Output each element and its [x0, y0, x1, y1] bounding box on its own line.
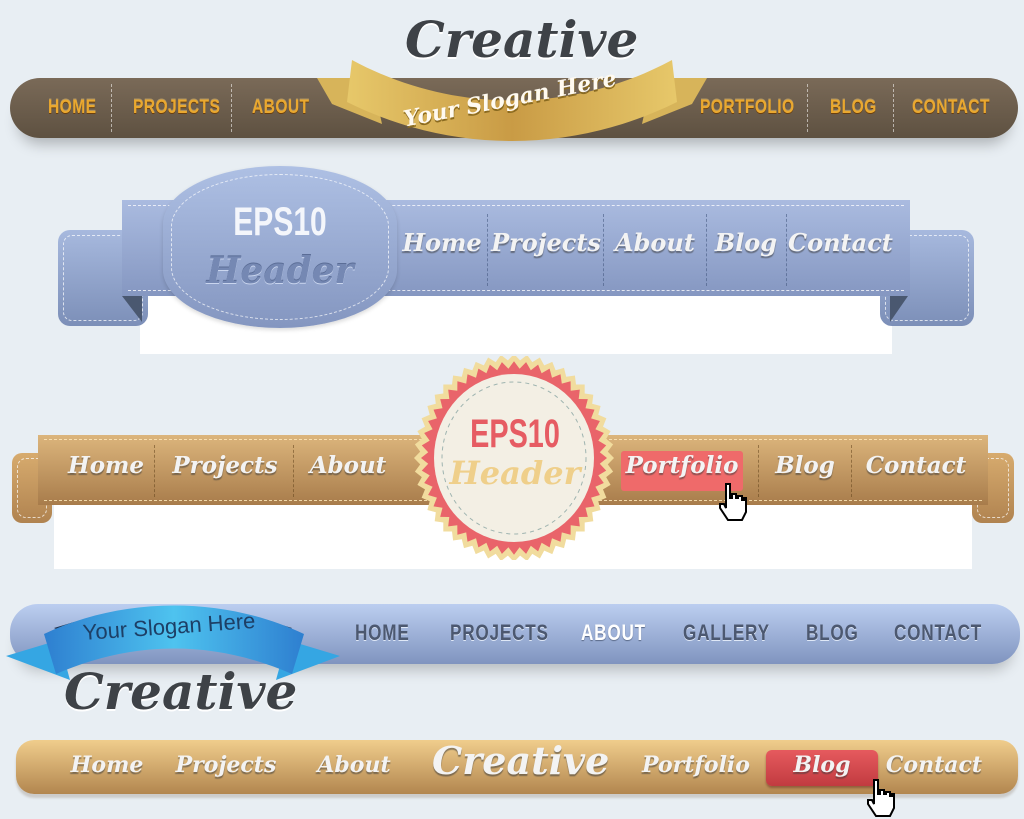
- header2-badge-line1: EPS10: [233, 200, 327, 244]
- header3-badge-line1: EPS10: [470, 412, 560, 456]
- nav-divider: [293, 445, 294, 497]
- header5-nav-home[interactable]: Home: [64, 752, 150, 778]
- header2-nav-home[interactable]: Home: [400, 228, 484, 257]
- header2-nav-about[interactable]: About: [607, 228, 703, 257]
- nav-divider: [758, 445, 759, 497]
- header4-nav-blog[interactable]: BLOG: [806, 620, 859, 646]
- header2-badge: [163, 166, 397, 328]
- header5-nav-projects[interactable]: Projects: [172, 752, 280, 778]
- header3-nav-contact[interactable]: Contact: [856, 452, 976, 479]
- nav-divider: [231, 84, 232, 132]
- header4-nav-about-active[interactable]: ABOUT: [581, 620, 646, 646]
- header5-nav-contact[interactable]: Contact: [884, 752, 984, 778]
- header5-nav-portfolio[interactable]: Portfolio: [640, 752, 752, 778]
- header4-nav-gallery[interactable]: GALLERY: [683, 620, 770, 646]
- hand-pointer-icon: [867, 779, 895, 817]
- nav-divider: [706, 214, 707, 286]
- fold-shadow: [122, 296, 142, 322]
- header3-nav-portfolio-active[interactable]: Portfolio: [621, 452, 743, 479]
- header4-nav-projects[interactable]: PROJECTS: [450, 620, 549, 646]
- nav-divider: [154, 445, 155, 497]
- header5-nav-blog-active[interactable]: Blog: [766, 752, 878, 778]
- header3-nav-home[interactable]: Home: [60, 452, 152, 479]
- nav-divider: [603, 214, 604, 286]
- header4-nav-home[interactable]: HOME: [355, 620, 410, 646]
- header1-nav-blog[interactable]: BLOG: [830, 78, 877, 138]
- header2-nav-projects[interactable]: Projects: [490, 228, 602, 257]
- header3-nav-projects[interactable]: Projects: [160, 452, 290, 479]
- hand-pointer-icon: [719, 483, 747, 521]
- header2-nav-contact[interactable]: Contact: [788, 228, 893, 257]
- header4-nav-contact[interactable]: CONTACT: [894, 620, 982, 646]
- nav-divider: [893, 84, 894, 132]
- nav-divider: [851, 445, 852, 497]
- header3-nav-blog[interactable]: Blog: [762, 452, 848, 479]
- nav-divider: [487, 214, 488, 286]
- header1-nav-portfolio[interactable]: PORTFOLIO: [700, 78, 795, 138]
- fold-shadow: [890, 296, 908, 322]
- nav-divider: [807, 84, 808, 132]
- header2-badge-line2: Header: [206, 250, 354, 292]
- header2-nav-blog[interactable]: Blog: [708, 228, 784, 257]
- header4-title: Creative: [64, 662, 298, 721]
- nav-divider: [111, 84, 112, 132]
- header1-nav-contact[interactable]: CONTACT: [912, 78, 990, 138]
- nav-divider: [786, 214, 787, 286]
- header1-nav-projects[interactable]: PROJECTS: [133, 78, 220, 138]
- header3-nav-about[interactable]: About: [298, 452, 398, 479]
- header5-title: Creative: [432, 738, 610, 783]
- header1-nav-about[interactable]: ABOUT: [252, 78, 309, 138]
- header3-badge-line2: Header: [449, 454, 581, 492]
- header1-title: Creative: [405, 10, 639, 69]
- header1-nav-home[interactable]: HOME: [48, 78, 96, 138]
- header5-nav-about[interactable]: About: [312, 752, 396, 778]
